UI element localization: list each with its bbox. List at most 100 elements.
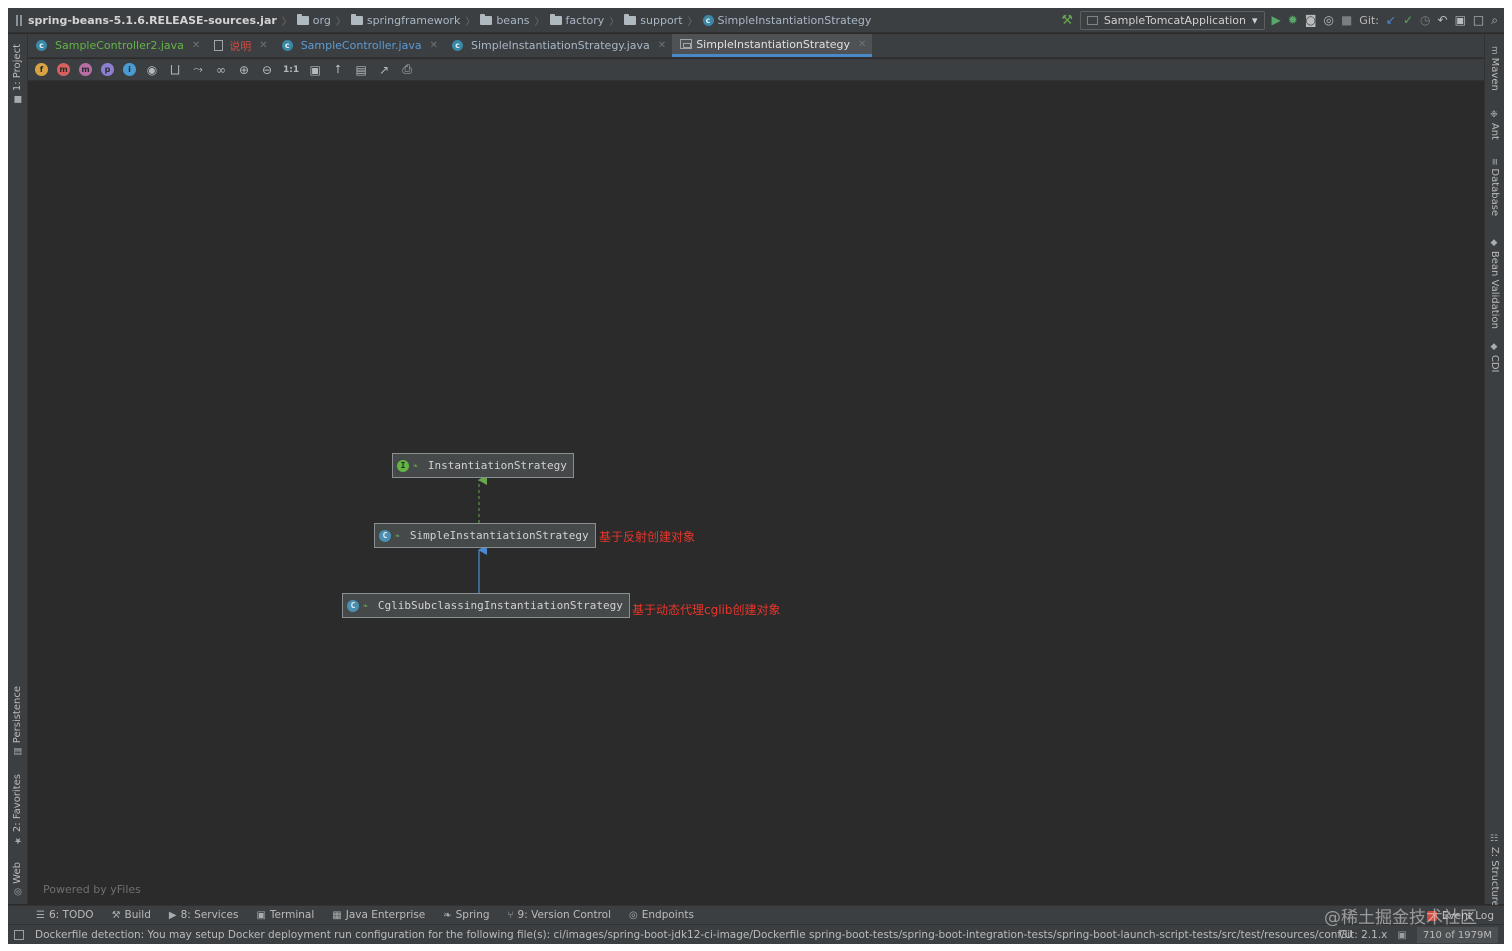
print-icon[interactable]: ⎙: [400, 62, 414, 77]
revert-icon[interactable]: ↶: [1438, 13, 1448, 27]
close-icon[interactable]: ✕: [430, 40, 438, 51]
spring-tool-button[interactable]: ❧ Spring: [443, 909, 489, 921]
methods-toggle-icon[interactable]: m: [57, 63, 70, 76]
favorites-tool-button[interactable]: ★ 2: Favorites: [12, 774, 23, 845]
eye-icon[interactable]: ◉: [145, 63, 159, 77]
database-tool-button[interactable]: ≡ Database: [1489, 158, 1500, 216]
maven-tool-button[interactable]: m Maven: [1489, 46, 1500, 91]
ant-tool-button[interactable]: ❉ Ant: [1489, 110, 1500, 140]
node-label: CglibSubclassingInstantiationStrategy: [377, 599, 623, 612]
project-structure-icon[interactable]: ▣: [1455, 13, 1466, 27]
search-icon[interactable]: ⌕: [1491, 13, 1498, 28]
actual-size-button[interactable]: 1:1: [283, 65, 299, 75]
web-tool-label: Web: [12, 862, 23, 884]
link-icon[interactable]: ∞: [214, 63, 228, 77]
stop-icon[interactable]: ■: [1341, 13, 1352, 27]
constructors-toggle-icon[interactable]: m: [79, 63, 92, 76]
memory-indicator[interactable]: 710 of 1979M: [1416, 927, 1498, 943]
chevron-right-icon: 〉: [609, 16, 620, 28]
breadcrumb-org[interactable]: 〉 org: [277, 13, 331, 28]
fit-content-icon[interactable]: ▣: [308, 63, 322, 77]
coverage-icon[interactable]: ◙: [1305, 13, 1317, 27]
watermark: @稀土掘金技术社区: [1324, 908, 1477, 928]
node-label: InstantiationStrategy: [427, 459, 567, 472]
close-icon[interactable]: ✕: [658, 40, 666, 51]
node-simple-instantiation-strategy[interactable]: C ❧ SimpleInstantiationStrategy: [374, 523, 596, 548]
lock-icon[interactable]: ▣: [1397, 930, 1406, 941]
annotation-reflection: 基于反射创建对象: [599, 530, 696, 544]
build-tool-button[interactable]: ⚒ Build: [112, 909, 151, 921]
profile-icon[interactable]: ◎: [1323, 13, 1333, 27]
diagram-canvas[interactable]: I ❧ InstantiationStrategy C ❧ SimpleInst…: [28, 81, 1484, 904]
breadcrumb-label: org: [312, 13, 331, 27]
inner-classes-toggle-icon[interactable]: i: [123, 63, 136, 76]
breadcrumb-support[interactable]: 〉 support: [604, 13, 683, 28]
close-icon[interactable]: ✕: [192, 40, 200, 51]
debug-icon[interactable]: ✹: [1288, 13, 1298, 27]
git-history-icon[interactable]: ◷: [1420, 13, 1430, 27]
bean-validation-tool-label: Bean Validation: [1489, 250, 1500, 329]
edge-route-icon[interactable]: ⤳: [191, 62, 205, 77]
git-commit-icon[interactable]: ✓: [1403, 13, 1413, 27]
zoom-out-icon[interactable]: ⊖: [260, 63, 274, 77]
leaf-icon: ❧: [363, 601, 368, 610]
endpoints-tool-button[interactable]: ◎ Endpoints: [629, 909, 694, 921]
persistence-tool-label: Persistence: [12, 686, 23, 744]
status-bar: Dockerfile detection: You may setup Dock…: [8, 924, 1504, 944]
run-configuration-select[interactable]: SampleTomcatApplication ▾: [1079, 10, 1265, 30]
endpoints-icon: ◎: [629, 909, 638, 921]
status-message[interactable]: Dockerfile detection: You may setup Dock…: [35, 929, 1353, 941]
terminal-tool-button[interactable]: ▣ Terminal: [256, 909, 314, 921]
persistence-tool-button[interactable]: ▤ Persistence: [12, 686, 23, 756]
todo-tool-button[interactable]: ☰ 6: TODO: [36, 909, 94, 921]
list-icon: ☰: [36, 909, 45, 921]
project-tool-button[interactable]: ■ 1: Project: [12, 44, 23, 104]
build-hammer-icon[interactable]: ⚒: [1061, 13, 1073, 28]
breadcrumb-factory[interactable]: 〉 factory: [530, 13, 604, 28]
filter-icon[interactable]: ⨆: [168, 62, 182, 77]
properties-toggle-icon[interactable]: p: [101, 63, 114, 76]
tab-simpleinstantiationstrategy-java[interactable]: c SimpleInstantiationStrategy.java ✕: [444, 34, 672, 57]
cdi-icon: ◆: [1489, 342, 1499, 355]
ant-tool-label: Ant: [1489, 122, 1500, 140]
cdi-tool-button[interactable]: ◆ CDI: [1489, 342, 1500, 373]
version-control-tool-button[interactable]: ⑂ 9: Version Control: [508, 909, 611, 921]
node-cglib-subclassing-instantiation-strategy[interactable]: C ❧ CglibSubclassingInstantiationStrateg…: [342, 593, 630, 618]
services-tool-button[interactable]: ▶ 8: Services: [169, 909, 239, 921]
tab-samplecontroller2[interactable]: c SampleController2.java ✕: [28, 34, 206, 57]
layout-icon[interactable]: ⭡: [331, 62, 345, 77]
node-instantiation-strategy[interactable]: I ❧ InstantiationStrategy: [392, 453, 574, 478]
layout-icon[interactable]: □: [1473, 13, 1484, 27]
document-icon: [214, 40, 224, 51]
save-icon[interactable]: ▤: [354, 63, 368, 77]
close-icon[interactable]: ✕: [858, 39, 866, 50]
tab-label: SampleController.java: [300, 39, 422, 52]
java-enterprise-tool-button[interactable]: ▦ Java Enterprise: [332, 909, 425, 921]
structure-tool-button[interactable]: ☷ Z: Structure: [1489, 834, 1500, 907]
breadcrumb-beans[interactable]: 〉 beans: [460, 13, 530, 28]
breadcrumb-jar[interactable]: spring-beans-5.1.6.RELEASE-sources.jar: [16, 14, 277, 27]
tab-samplecontroller[interactable]: c SampleController.java ✕: [274, 34, 444, 57]
run-icon[interactable]: ▶: [1272, 13, 1281, 27]
maven-tool-label: Maven: [1489, 57, 1500, 91]
tool-windows-toggle-icon[interactable]: [14, 929, 24, 940]
breadcrumb-label: springframework: [366, 13, 461, 27]
class-icon: C: [379, 529, 391, 542]
jar-icon: [16, 14, 22, 26]
web-tool-button[interactable]: ◎ Web: [12, 862, 23, 897]
zoom-in-icon[interactable]: ⊕: [237, 63, 251, 77]
fields-toggle-icon[interactable]: f: [35, 63, 48, 76]
tab-readme[interactable]: 说明 ✕: [206, 34, 273, 57]
export-icon[interactable]: ↗: [377, 63, 391, 77]
structure-tool-label: Z: Structure: [1489, 846, 1500, 907]
breadcrumb-springframework[interactable]: 〉 springframework: [331, 13, 460, 28]
bottom-tool-label: Terminal: [269, 909, 315, 921]
tab-simpleinstantiationstrategy-diagram[interactable]: SimpleInstantiationStrategy ✕: [672, 34, 873, 57]
bean-validation-tool-button[interactable]: ◆ Bean Validation: [1489, 238, 1500, 329]
close-icon[interactable]: ✕: [259, 40, 267, 51]
enterprise-icon: ▦: [332, 909, 342, 921]
git-branch-widget[interactable]: Git: 2.1.x: [1339, 929, 1387, 941]
git-update-icon[interactable]: ↙: [1386, 13, 1396, 27]
breadcrumb-current-class[interactable]: 〉 c SimpleInstantiationStrategy: [683, 13, 872, 28]
chevron-down-icon: ▾: [1251, 13, 1258, 27]
